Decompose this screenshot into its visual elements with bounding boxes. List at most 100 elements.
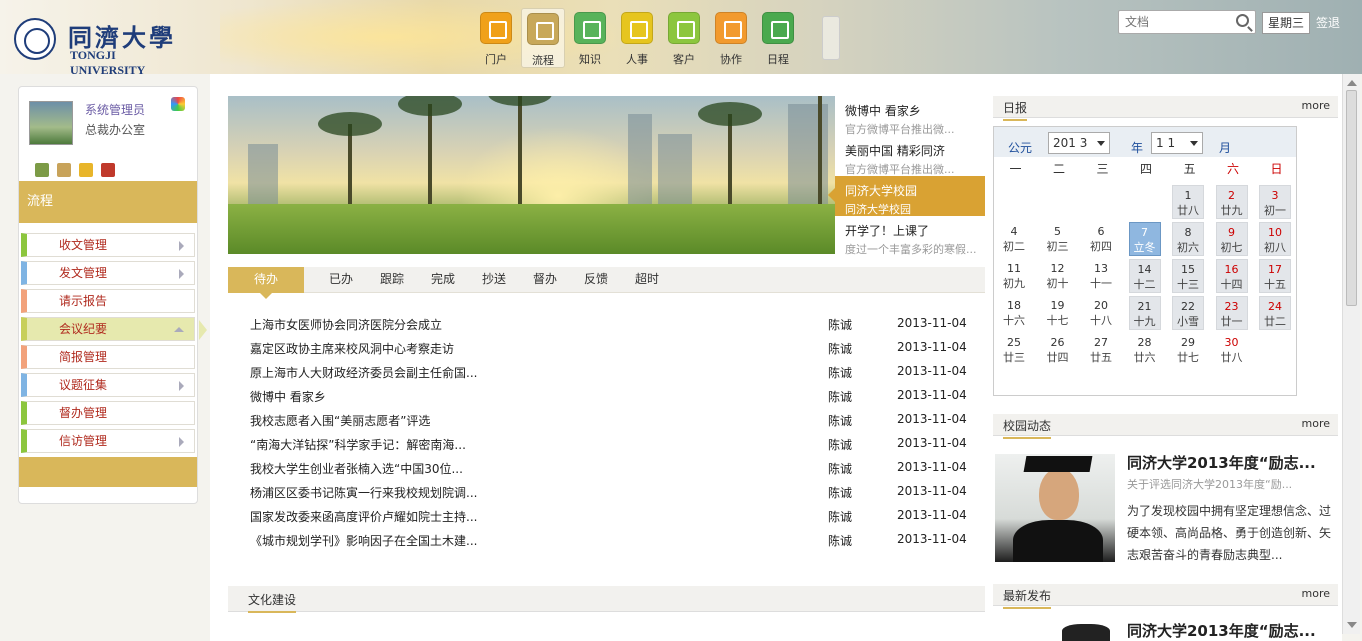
doc-row[interactable]: 嘉定区政协主席来校风洞中心考察走访 陈诚 2013-11-04 [250, 336, 980, 360]
tab-7[interactable]: 超时 [630, 267, 664, 293]
calendar-day[interactable]: 18 十六 [998, 296, 1030, 330]
section-header-process[interactable]: 流程 [19, 181, 197, 223]
doc-title[interactable]: 国家发改委来函高度评价卢耀如院士主持... [250, 508, 477, 525]
calendar-day[interactable]: 5 初三 [1042, 222, 1074, 256]
doc-row[interactable]: 我校大学生创业者张楠入选“中国30位... 陈诚 2013-11-04 [250, 456, 980, 480]
latest-feature-title[interactable]: 同济大学2013年度“励志... [1127, 620, 1316, 641]
user-name[interactable]: 系统管理员 [85, 101, 145, 118]
doc-row[interactable]: 上海市女医师协会同济医院分会成立 陈诚 2013-11-04 [250, 312, 980, 336]
calendar-day[interactable]: 19 十七 [1042, 296, 1074, 330]
calendar-day[interactable]: 26 廿四 [1042, 333, 1074, 367]
doc-title[interactable]: 嘉定区政协主席来校风洞中心考察走访 [250, 340, 454, 357]
scroll-up-icon[interactable] [1347, 80, 1357, 86]
sidebar-item[interactable]: 议题征集 [21, 373, 195, 397]
book-icon[interactable] [35, 163, 49, 177]
calendar-day[interactable]: 4 初二 [998, 222, 1030, 256]
calendar-day[interactable]: 14 十二 [1128, 259, 1161, 293]
doc-title[interactable]: 原上海市人大财政经济委员会副主任俞国... [250, 364, 477, 381]
campus-feature-title[interactable]: 同济大学2013年度“励志... [1127, 452, 1316, 473]
avatar[interactable] [29, 101, 73, 145]
nav-item-collab[interactable]: 协作 [709, 8, 753, 68]
sidebar-item[interactable]: 简报管理 [21, 345, 195, 369]
doc-title[interactable]: 杨浦区区委书记陈寅一行来我校规划院调... [250, 484, 477, 501]
campus-panel-title[interactable]: 校园动态 [1003, 417, 1052, 439]
scroll-thumb[interactable] [1346, 90, 1357, 306]
calendar-day[interactable]: 10 初八 [1259, 222, 1291, 256]
nav-item-schedule[interactable]: 日程 [756, 8, 800, 68]
calendar-day[interactable]: 6 初四 [1085, 222, 1117, 256]
calendar-day[interactable]: 3 初一 [1259, 185, 1291, 219]
tab-4[interactable]: 抄送 [477, 267, 511, 293]
calendar-day[interactable]: 9 初七 [1215, 222, 1248, 256]
org-chart-icon[interactable] [101, 163, 115, 177]
doc-title[interactable]: 上海市女医师协会同济医院分会成立 [250, 316, 442, 333]
calendar-day[interactable]: 29 廿七 [1172, 333, 1204, 367]
nav-scroll-handle[interactable] [822, 16, 840, 60]
calendar-day[interactable]: 11 初九 [998, 259, 1030, 293]
lock-icon[interactable] [79, 163, 93, 177]
university-logo[interactable]: 同濟大學 TONGJI UNIVERSITY [14, 16, 194, 77]
doc-title[interactable]: 我校大学生创业者张楠入选“中国30位... [250, 460, 463, 477]
doc-row[interactable]: 微博中 看家乡 陈诚 2013-11-04 [250, 384, 980, 408]
calendar-day[interactable]: 16 十四 [1215, 259, 1248, 293]
doc-title[interactable]: “南海大洋钻探”科学家手记：解密南海... [250, 436, 466, 453]
calendar-day[interactable]: 1 廿八 [1172, 185, 1204, 219]
culture-panel-title[interactable]: 文化建设 [248, 591, 297, 613]
calendar-day[interactable]: 28 廿六 [1129, 333, 1161, 367]
calendar-day[interactable]: 21 十九 [1128, 296, 1161, 330]
latest-photo[interactable] [1062, 624, 1110, 641]
signout-link[interactable]: 签退 [1316, 14, 1340, 31]
calendar-day[interactable]: 2 廿九 [1215, 185, 1248, 219]
scroll-down-icon[interactable] [1347, 622, 1357, 628]
banner-news-item[interactable]: 同济大学校园 同济大学校园 [828, 176, 985, 216]
doc-row[interactable]: 杨浦区区委书记陈寅一行来我校规划院调... 陈诚 2013-11-04 [250, 480, 980, 504]
nav-item-portal[interactable]: 门户 [474, 8, 518, 68]
nav-item-process[interactable]: 流程 [521, 8, 565, 68]
calendar-day[interactable]: 30 廿八 [1216, 333, 1248, 367]
weekday-button[interactable]: 星期三 [1262, 12, 1310, 34]
calendar-day[interactable]: 23 廿一 [1215, 296, 1248, 330]
doc-row[interactable]: “南海大洋钻探”科学家手记：解密南海... 陈诚 2013-11-04 [250, 432, 980, 456]
sidebar-item[interactable]: 请示报告 [21, 289, 195, 313]
edit-icon[interactable] [57, 163, 71, 177]
latest-panel-title[interactable]: 最新发布 [1003, 587, 1052, 609]
doc-row[interactable]: 《城市规划学刊》影响因子在全国土木建... 陈诚 2013-11-04 [250, 528, 980, 552]
month-select[interactable]: 1 1 [1151, 132, 1203, 154]
tab-3[interactable]: 完成 [426, 267, 460, 293]
doc-row[interactable]: 原上海市人大财政经济委员会副主任俞国... 陈诚 2013-11-04 [250, 360, 980, 384]
campus-banner-image[interactable] [228, 96, 835, 254]
calendar-day[interactable]: 13 十一 [1085, 259, 1117, 293]
nav-item-knowledge[interactable]: 知识 [568, 8, 612, 68]
palette-icon[interactable] [171, 97, 185, 111]
search-input[interactable] [1125, 12, 1235, 32]
tab-1[interactable]: 已办 [324, 267, 358, 293]
calendar-day[interactable]: 22 小雪 [1172, 296, 1204, 330]
sidebar-item[interactable]: 会议纪要 [21, 317, 207, 341]
latest-more-link[interactable]: more [1302, 587, 1331, 600]
tab-6[interactable]: 反馈 [579, 267, 613, 293]
calendar-day[interactable]: 17 十五 [1259, 259, 1291, 293]
tab-2[interactable]: 跟踪 [375, 267, 409, 293]
doc-row[interactable]: 我校志愿者入围“美丽志愿者”评选 陈诚 2013-11-04 [250, 408, 980, 432]
banner-news-item[interactable]: 微博中 看家乡 官方微博平台推出微... [835, 96, 985, 136]
daily-more-link[interactable]: more [1302, 99, 1331, 112]
banner-news-item[interactable]: 美丽中国 精彩同济 官方微博平台推出微... [835, 136, 985, 176]
doc-row[interactable]: 国家发改委来函高度评价卢耀如院士主持... 陈诚 2013-11-04 [250, 504, 980, 528]
calendar-day[interactable]: 8 初六 [1172, 222, 1204, 256]
doc-title[interactable]: 我校志愿者入围“美丽志愿者”评选 [250, 412, 430, 429]
calendar-day[interactable]: 20 十八 [1085, 296, 1117, 330]
sidebar-item[interactable]: 发文管理 [21, 261, 195, 285]
doc-title[interactable]: 微博中 看家乡 [250, 388, 326, 405]
graduate-photo[interactable] [995, 454, 1115, 562]
calendar-day[interactable]: 15 十三 [1172, 259, 1204, 293]
page-scrollbar[interactable] [1342, 74, 1360, 634]
doc-title[interactable]: 《城市规划学刊》影响因子在全国土木建... [250, 532, 477, 549]
calendar-day[interactable]: 7 立冬 [1128, 222, 1161, 256]
banner-news-item[interactable]: 开学了！上课了 度过一个丰富多彩的寒假... [835, 216, 985, 256]
year-select[interactable]: 201 3 [1048, 132, 1110, 154]
nav-item-customer[interactable]: 客户 [662, 8, 706, 68]
calendar-day[interactable]: 25 廿三 [998, 333, 1030, 367]
campus-more-link[interactable]: more [1302, 417, 1331, 430]
calendar-day[interactable]: 12 初十 [1042, 259, 1074, 293]
tab-5[interactable]: 督办 [528, 267, 562, 293]
